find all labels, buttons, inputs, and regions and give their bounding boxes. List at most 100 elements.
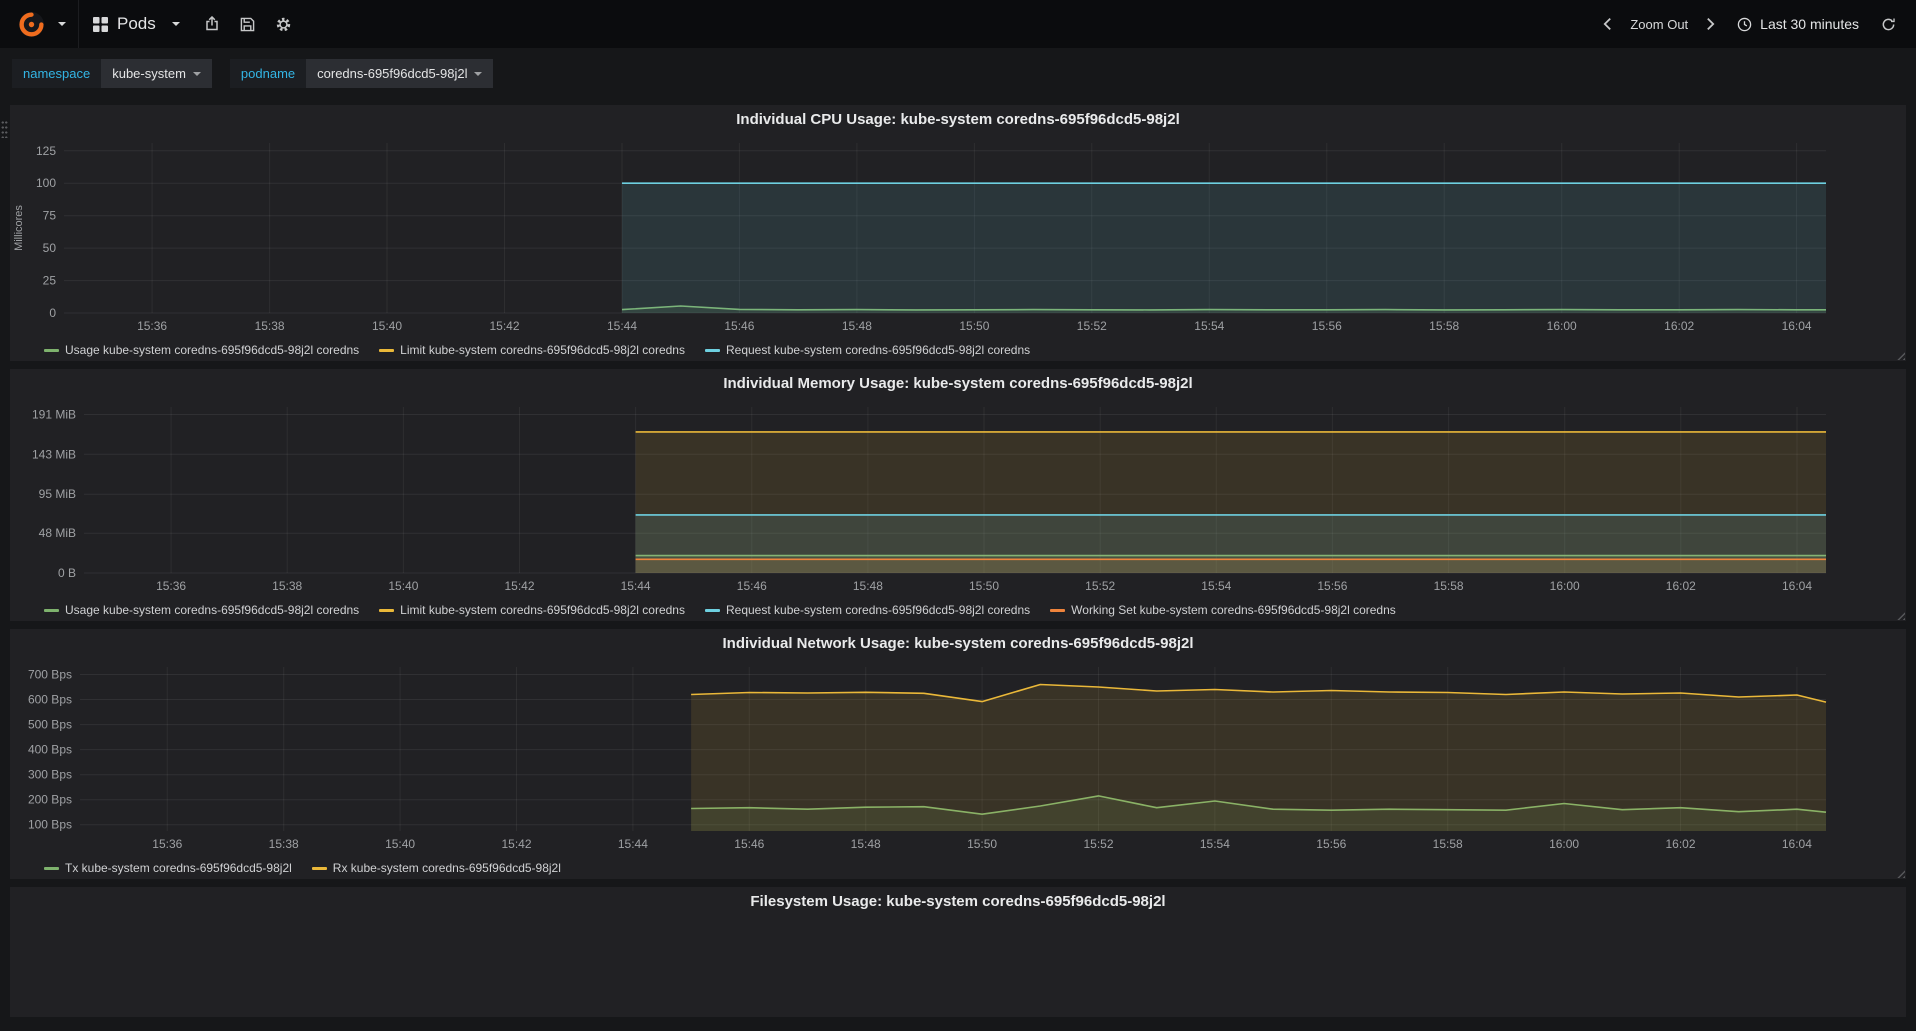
legend-item[interactable]: Working Set kube-system coredns-695f96dc… [1050, 603, 1396, 617]
time-range-picker[interactable]: Last 30 minutes [1725, 16, 1871, 32]
legend-item[interactable]: Usage kube-system coredns-695f96dcd5-98j… [44, 603, 359, 617]
svg-text:0: 0 [49, 306, 56, 320]
panel-title[interactable]: Filesystem Usage: kube-system coredns-69… [10, 887, 1906, 917]
cpu-usage-chart[interactable]: 0 25 50 75 100 125 15:36 15:38 15:40 15:42 15:44 15… [10, 135, 1906, 335]
panel-title[interactable]: Individual CPU Usage: kube-system coredn… [10, 105, 1906, 135]
svg-text:100: 100 [36, 176, 56, 190]
svg-text:25: 25 [43, 274, 57, 288]
grafana-menu-button[interactable] [10, 0, 74, 48]
svg-text:15:54: 15:54 [1200, 837, 1230, 851]
svg-text:16:02: 16:02 [1664, 319, 1694, 333]
series-color-icon [379, 348, 395, 352]
series-color-icon [704, 608, 720, 612]
refresh-icon [1882, 18, 1895, 30]
network-usage-chart[interactable]: 100 Bps 200 Bps 300 Bps 400 Bps 500 Bps 600 B… [10, 659, 1906, 853]
legend-item[interactable]: Tx kube-system coredns-695f96dcd5-98j2l [44, 861, 292, 875]
svg-text:15:46: 15:46 [737, 579, 767, 593]
svg-text:15:52: 15:52 [1085, 579, 1115, 593]
namespace-select[interactable]: kube-system [101, 59, 212, 88]
svg-text:15:50: 15:50 [967, 837, 997, 851]
legend-item[interactable]: Rx kube-system coredns-695f96dcd5-98j2l [311, 861, 561, 875]
svg-text:15:36: 15:36 [152, 837, 182, 851]
svg-text:16:02: 16:02 [1665, 837, 1695, 851]
svg-text:15:40: 15:40 [385, 837, 415, 851]
variable-podname: podname coredns-695f96dcd5-98j2l [229, 59, 494, 88]
zoom-out-button[interactable]: Zoom Out [1622, 17, 1696, 32]
share-button[interactable] [194, 0, 230, 48]
svg-text:500 Bps: 500 Bps [28, 718, 72, 732]
svg-text:15:58: 15:58 [1434, 579, 1464, 593]
chevron-down-icon [58, 22, 66, 26]
svg-text:700 Bps: 700 Bps [28, 668, 72, 682]
time-shift-forward-button[interactable] [1696, 0, 1725, 48]
svg-text:15:40: 15:40 [372, 319, 402, 333]
series-color-icon [311, 866, 327, 870]
svg-text:15:42: 15:42 [504, 579, 534, 593]
podname-select[interactable]: coredns-695f96dcd5-98j2l [306, 59, 494, 88]
submenu-variables: namespace kube-system podname coredns-69… [0, 48, 1916, 99]
legend-item[interactable]: Limit kube-system coredns-695f96dcd5-98j… [379, 603, 685, 617]
svg-text:16:02: 16:02 [1666, 579, 1696, 593]
svg-text:15:48: 15:48 [853, 579, 883, 593]
svg-text:15:46: 15:46 [724, 319, 754, 333]
gear-icon [276, 17, 290, 31]
legend-label: Usage kube-system coredns-695f96dcd5-98j… [65, 343, 360, 357]
series-color-icon [1050, 608, 1066, 612]
navbar-right-controls: Zoom Out Last 30 minutes [1593, 0, 1906, 48]
svg-text:15:54: 15:54 [1194, 319, 1224, 333]
svg-text:143 MiB: 143 MiB [32, 447, 76, 461]
refresh-button[interactable] [1871, 0, 1906, 48]
panel-title[interactable]: Individual Network Usage: kube-system co… [10, 629, 1906, 659]
legend-item[interactable]: Usage kube-system coredns-695f96dcd5-98j… [44, 343, 359, 357]
svg-text:16:00: 16:00 [1549, 837, 1579, 851]
svg-text:15:38: 15:38 [255, 319, 285, 333]
chevron-down-icon [474, 71, 483, 76]
svg-text:15:48: 15:48 [851, 837, 881, 851]
svg-text:191 MiB: 191 MiB [32, 408, 76, 422]
svg-text:300 Bps: 300 Bps [28, 768, 72, 782]
svg-text:15:58: 15:58 [1429, 319, 1459, 333]
svg-text:15:40: 15:40 [388, 579, 418, 593]
panel-filesystem-usage: Filesystem Usage: kube-system coredns-69… [10, 887, 1906, 1017]
svg-text:15:56: 15:56 [1316, 837, 1346, 851]
svg-text:15:50: 15:50 [969, 579, 999, 593]
legend-item[interactable]: Request kube-system coredns-695f96dcd5-9… [704, 603, 1030, 617]
panel-cpu-usage: Individual CPU Usage: kube-system coredn… [10, 105, 1906, 361]
series-color-icon [704, 348, 720, 352]
chevron-left-icon [1603, 17, 1612, 31]
svg-text:75: 75 [43, 209, 57, 223]
settings-button[interactable] [265, 0, 302, 48]
svg-text:15:46: 15:46 [734, 837, 764, 851]
variable-label: namespace [12, 59, 102, 88]
grafana-logo-icon [19, 11, 44, 37]
svg-text:15:54: 15:54 [1201, 579, 1231, 593]
series-color-icon [44, 866, 59, 870]
legend-label: Tx kube-system coredns-695f96dcd5-98j2l [65, 861, 292, 875]
svg-text:16:00: 16:00 [1547, 319, 1577, 333]
variable-namespace: namespace kube-system [12, 59, 212, 88]
panel-network-usage: Individual Network Usage: kube-system co… [10, 629, 1906, 879]
svg-text:15:56: 15:56 [1312, 319, 1342, 333]
memory-usage-chart[interactable]: 0 B 48 MiB 95 MiB 143 MiB 191 MiB 15:36 15:38 1… [10, 399, 1906, 595]
save-button[interactable] [230, 0, 265, 48]
dashboard-picker[interactable]: Pods [78, 0, 194, 48]
chart-legend: Usage kube-system coredns-695f96dcd5-98j… [10, 595, 1906, 621]
legend-item[interactable]: Request kube-system coredns-695f96dcd5-9… [704, 343, 1030, 357]
panel-title[interactable]: Individual Memory Usage: kube-system cor… [10, 369, 1906, 399]
svg-text:15:38: 15:38 [269, 837, 299, 851]
time-shift-back-button[interactable] [1593, 0, 1622, 48]
svg-text:600 Bps: 600 Bps [28, 693, 72, 707]
svg-text:125: 125 [36, 144, 56, 158]
navbar: Pods Zoom Out Last 30 minutes [0, 0, 1916, 48]
time-range-label: Last 30 minutes [1760, 16, 1859, 32]
chevron-down-icon [171, 22, 180, 26]
legend-label: Usage kube-system coredns-695f96dcd5-98j… [65, 603, 360, 617]
panel-drag-handle-icon[interactable] [1, 120, 8, 138]
svg-text:15:44: 15:44 [621, 579, 651, 593]
legend-item[interactable]: Limit kube-system coredns-695f96dcd5-98j… [379, 343, 685, 357]
svg-text:15:42: 15:42 [501, 837, 531, 851]
svg-text:15:44: 15:44 [607, 319, 637, 333]
svg-text:95 MiB: 95 MiB [39, 487, 76, 501]
filesystem-usage-chart[interactable] [10, 917, 1906, 1017]
svg-text:15:36: 15:36 [156, 579, 186, 593]
